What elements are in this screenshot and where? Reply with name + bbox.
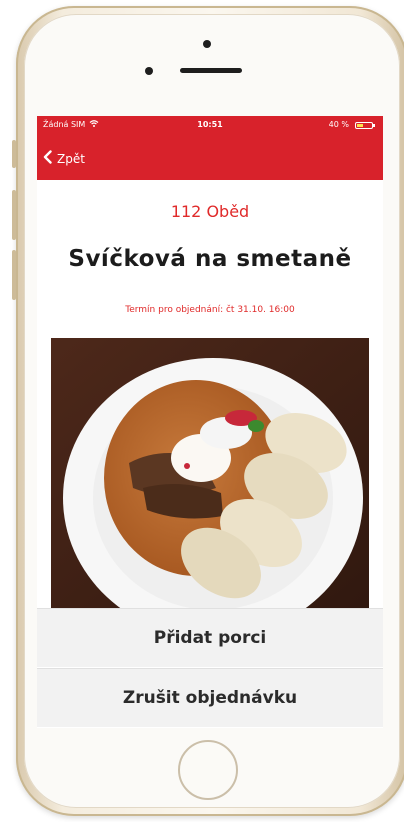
front-camera <box>203 40 211 48</box>
meal-category: 112 Oběd <box>170 202 250 221</box>
side-button <box>12 140 16 168</box>
back-label: Zpět <box>57 152 85 166</box>
navigation-bar: Žádná SIM 10:51 40 % Zpět <box>37 116 383 180</box>
add-portion-button[interactable]: Přidat porci <box>37 608 383 667</box>
status-bar: Žádná SIM 10:51 40 % <box>37 120 383 134</box>
meal-title: Svíčková na smetaně <box>68 246 352 272</box>
app-screen: Žádná SIM 10:51 40 % Zpět 112 Oběd Svíčk… <box>37 116 383 728</box>
order-deadline: Termín pro objednání: čt 31.10. 16:00 <box>125 305 295 315</box>
earpiece-speaker <box>180 68 242 73</box>
cancel-order-button[interactable]: Zrušit objednávku <box>37 668 383 727</box>
volume-up-button <box>12 190 16 240</box>
volume-down-button <box>12 250 16 300</box>
home-button[interactable] <box>178 740 238 800</box>
back-button[interactable]: Zpět <box>43 148 85 170</box>
battery-fill <box>357 124 363 127</box>
chevron-left-icon <box>43 150 52 168</box>
meal-photo <box>51 338 369 608</box>
proximity-sensor <box>145 67 153 75</box>
battery-percent: 40 % <box>328 120 349 129</box>
battery-icon <box>355 122 375 129</box>
